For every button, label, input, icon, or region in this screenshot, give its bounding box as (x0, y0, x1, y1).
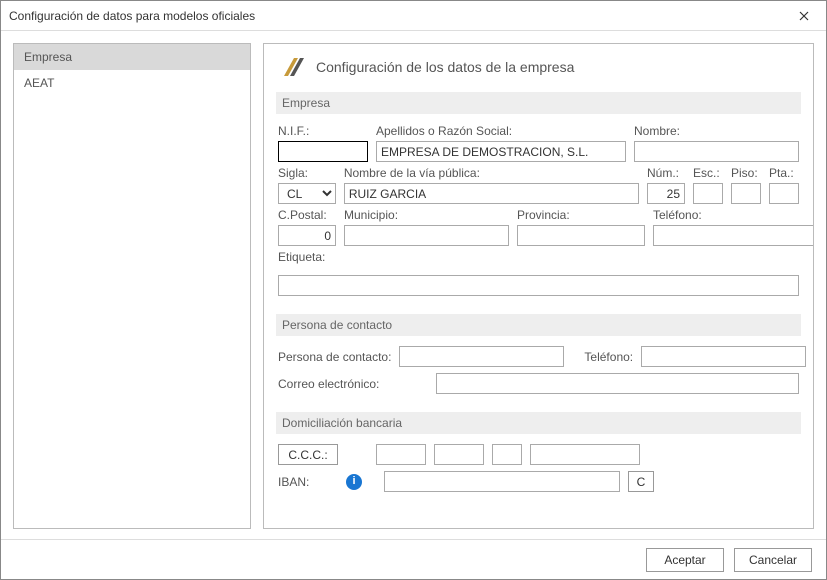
label-piso: Piso: (731, 166, 761, 180)
close-button[interactable] (782, 1, 826, 31)
close-icon (799, 11, 809, 21)
section-header-empresa: Empresa (276, 92, 801, 114)
persona-contacto-input[interactable] (399, 346, 564, 367)
iban-input[interactable] (384, 471, 620, 492)
etiqueta-input[interactable] (278, 275, 799, 296)
label-correo: Correo electrónico: (278, 377, 428, 391)
via-input[interactable] (344, 183, 639, 204)
main-panel: Configuración de los datos de la empresa… (263, 43, 814, 529)
label-nombre: Nombre: (634, 124, 799, 138)
pta-input[interactable] (769, 183, 799, 204)
page-title: Configuración de los datos de la empresa (316, 59, 574, 75)
esc-input[interactable] (693, 183, 723, 204)
nif-input[interactable] (278, 141, 368, 162)
label-cpostal: C.Postal: (278, 208, 336, 222)
info-icon[interactable]: i (346, 474, 362, 490)
dialog-footer: Aceptar Cancelar (1, 539, 826, 579)
accept-button[interactable]: Aceptar (646, 548, 724, 572)
municipio-input[interactable] (344, 225, 509, 246)
app-logo-icon (280, 54, 306, 80)
nombre-input[interactable] (634, 141, 799, 162)
label-num: Núm.: (647, 166, 685, 180)
title-bar: Configuración de datos para modelos ofic… (1, 1, 826, 31)
cancel-button[interactable]: Cancelar (734, 548, 812, 572)
label-iban: IBAN: (278, 475, 338, 489)
correo-input[interactable] (436, 373, 799, 394)
razon-social-input[interactable] (376, 141, 626, 162)
telefono-contacto-input[interactable] (641, 346, 806, 367)
window-title: Configuración de datos para modelos ofic… (9, 9, 255, 23)
label-nif: N.I.F.: (278, 124, 368, 138)
ccc4-input[interactable] (530, 444, 640, 465)
label-via: Nombre de la vía pública: (344, 166, 639, 180)
label-persona-contacto: Persona de contacto: (278, 350, 391, 364)
piso-input[interactable] (731, 183, 761, 204)
ccc3-input[interactable] (492, 444, 522, 465)
sidebar: Empresa AEAT (13, 43, 251, 529)
section-header-banco: Domiciliación bancaria (276, 412, 801, 434)
label-razon-social: Apellidos o Razón Social: (376, 124, 626, 138)
sigla-select[interactable]: CL (278, 183, 336, 204)
label-telefono-contacto: Teléfono: (584, 350, 633, 364)
cpostal-input[interactable] (278, 225, 336, 246)
label-etiqueta: Etiqueta: (278, 250, 799, 264)
sidebar-item-empresa[interactable]: Empresa (14, 44, 250, 70)
num-input[interactable] (647, 183, 685, 204)
section-header-contacto: Persona de contacto (276, 314, 801, 336)
label-provincia: Provincia: (517, 208, 645, 222)
label-municipio: Municipio: (344, 208, 509, 222)
label-pta: Pta.: (769, 166, 799, 180)
ccc1-input[interactable] (376, 444, 426, 465)
iban-calc-button[interactable]: C (628, 471, 654, 492)
provincia-input[interactable] (517, 225, 645, 246)
ccc-button[interactable]: C.C.C.: (278, 444, 338, 465)
sidebar-item-aeat[interactable]: AEAT (14, 70, 250, 96)
label-sigla: Sigla: (278, 166, 336, 180)
telefono-empresa-input[interactable] (653, 225, 814, 246)
ccc2-input[interactable] (434, 444, 484, 465)
label-telefono-empresa: Teléfono: (653, 208, 814, 222)
label-esc: Esc.: (693, 166, 723, 180)
